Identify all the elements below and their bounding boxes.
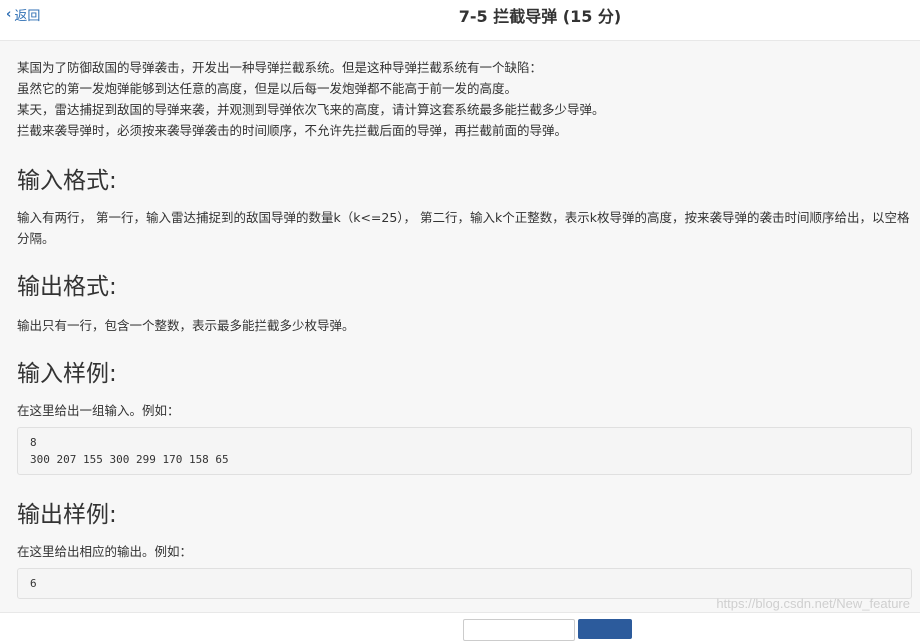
output-format-heading: 输出格式: bbox=[17, 274, 117, 300]
sample-input-heading: 输入样例: bbox=[17, 361, 117, 387]
problem-content: 某国为了防御敌国的导弹袭击，开发出一种导弹拦截系统。但是这种导弹拦截系统有一个缺… bbox=[0, 41, 920, 625]
sample-output-heading: 输出样例: bbox=[17, 502, 117, 528]
footer-bar bbox=[0, 612, 920, 641]
sample-output-note: 在这里给出相应的输出。例如： bbox=[17, 544, 193, 559]
page-title: 7-5 拦截导弹 (15 分) bbox=[458, 7, 622, 26]
footer-primary-button[interactable] bbox=[578, 619, 632, 639]
sample-input-note: 在这里给出一组输入。例如： bbox=[17, 403, 180, 418]
code-line: 300 207 155 300 299 170 158 65 bbox=[30, 453, 229, 466]
description-line: 某天，雷达捕捉到敌国的导弹来袭，并观测到导弹依次飞来的高度，请计算这套系统最多能… bbox=[17, 102, 605, 117]
code-line: 6 bbox=[30, 577, 37, 590]
sample-input-code: 8 300 207 155 300 299 170 158 65 bbox=[17, 427, 912, 475]
description-line: 虽然它的第一发炮弹能够到达任意的高度，但是以后每一发炮弹都不能高于前一发的高度。 bbox=[17, 81, 518, 96]
input-format-text: 输入有两行， 第一行，输入雷达捕捉到的敌国导弹的数量k（k<=25）， 第二行，… bbox=[17, 210, 910, 246]
description-line: 拦截来袭导弹时，必须按来袭导弹袭击的时间顺序，不允许先拦截后面的导弹，再拦截前面… bbox=[17, 123, 568, 138]
sample-output-code: 6 bbox=[17, 568, 912, 599]
output-format-text: 输出只有一行，包含一个整数，表示最多能拦截多少枚导弹。 bbox=[17, 318, 355, 333]
code-line: 8 bbox=[30, 436, 37, 449]
description-line: 某国为了防御敌国的导弹袭击，开发出一种导弹拦截系统。但是这种导弹拦截系统有一个缺… bbox=[17, 60, 543, 75]
top-bar: ‹ 返回 7-5 拦截导弹 (15 分) bbox=[0, 0, 920, 41]
watermark-text: https://blog.csdn.net/New_feature bbox=[716, 596, 910, 611]
input-format-heading: 输入格式: bbox=[17, 168, 117, 194]
footer-secondary-button[interactable] bbox=[463, 619, 575, 641]
